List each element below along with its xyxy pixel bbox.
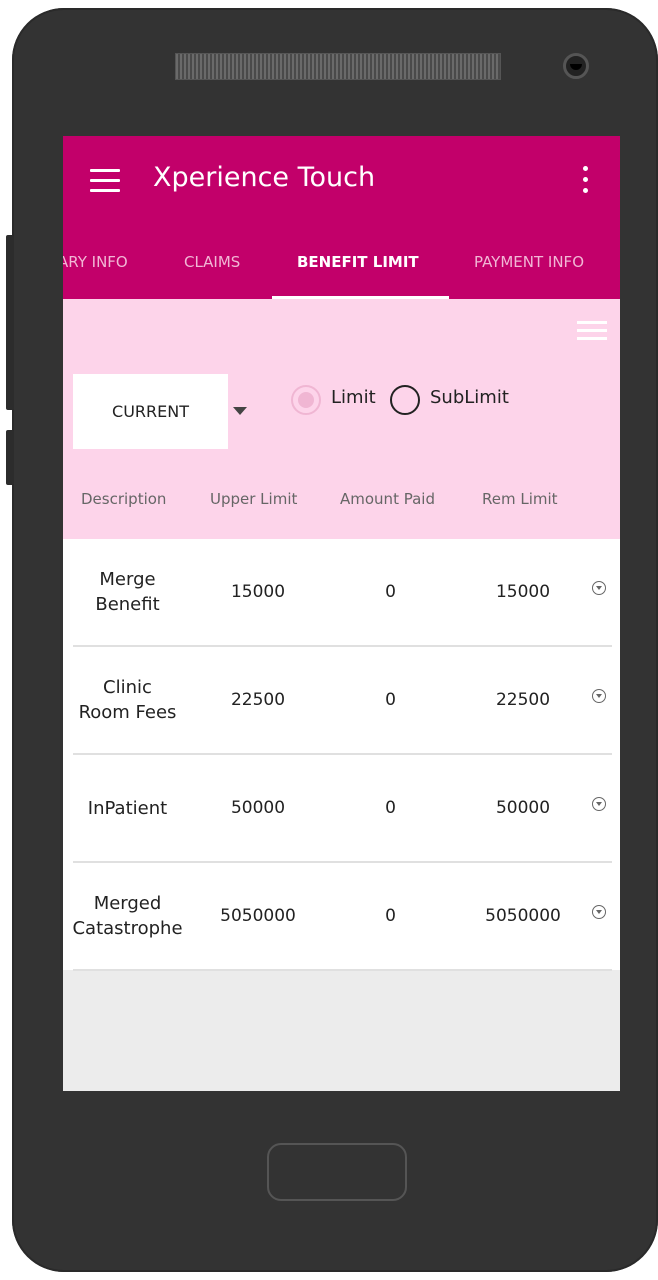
header-upper-limit: Upper Limit: [210, 490, 298, 508]
speaker-grille: [175, 53, 501, 80]
power-button[interactable]: [6, 430, 14, 485]
cell-description: Clinic Room Fees: [78, 677, 177, 723]
tab-bar: ARY INFO CLAIMS BENEFIT LIMIT PAYMENT IN…: [63, 241, 620, 300]
app-title: Xperience Touch: [153, 162, 376, 193]
limit-radio[interactable]: [291, 385, 321, 415]
home-button[interactable]: [267, 1143, 407, 1201]
cell-rem-limit: 22500: [495, 690, 551, 710]
table-row[interactable]: Merge Benefit 15000 0 15000: [63, 539, 620, 647]
cell-description: Merged Catastrophe: [72, 893, 183, 939]
header-rem-limit: Rem Limit: [482, 490, 558, 508]
cell-upper-limit: 5050000: [220, 906, 296, 926]
cell-rem-limit: 5050000: [485, 906, 561, 926]
front-camera: [563, 53, 589, 79]
cell-description: InPatient: [87, 797, 168, 819]
cell-amount-paid: 0: [385, 690, 396, 710]
cell-description: Merge Benefit: [95, 569, 160, 615]
hamburger-menu-icon[interactable]: [90, 169, 120, 193]
list-menu-icon[interactable]: [577, 321, 607, 341]
row-divider: [73, 969, 612, 971]
chevron-down-icon[interactable]: [233, 407, 247, 415]
cell-rem-limit: 50000: [495, 798, 551, 818]
cell-amount-paid: 0: [385, 798, 396, 818]
header-amount-paid: Amount Paid: [340, 490, 435, 508]
sublimit-radio[interactable]: [390, 385, 420, 415]
cell-upper-limit: 22500: [230, 690, 286, 710]
sublimit-radio-label[interactable]: SubLimit: [430, 387, 509, 408]
volume-button[interactable]: [6, 235, 14, 410]
period-dropdown[interactable]: CURRENT: [73, 374, 228, 449]
table-row[interactable]: Clinic Room Fees 22500 0 22500: [63, 647, 620, 755]
tab-summary-info[interactable]: ARY INFO: [63, 253, 128, 271]
cell-amount-paid: 0: [385, 906, 396, 926]
cell-amount-paid: 0: [385, 582, 396, 602]
tab-claims[interactable]: CLAIMS: [184, 253, 240, 271]
overflow-menu-icon[interactable]: [579, 166, 591, 196]
tab-benefit-limit[interactable]: BENEFIT LIMIT: [297, 253, 419, 271]
filter-panel: CURRENT Limit SubLimit Description Upper…: [63, 299, 620, 539]
period-selected-value: CURRENT: [112, 402, 189, 421]
limit-radio-label[interactable]: Limit: [331, 387, 376, 408]
expand-circle-icon[interactable]: [592, 581, 606, 595]
tab-payment-info[interactable]: PAYMENT INFO: [474, 253, 584, 271]
app-screen: Xperience Touch ARY INFO CLAIMS BENEFIT …: [63, 136, 620, 1091]
benefit-table: Merge Benefit 15000 0 15000 Clinic Room …: [63, 539, 620, 971]
cell-upper-limit: 15000: [230, 582, 286, 602]
app-bar: Xperience Touch ARY INFO CLAIMS BENEFIT …: [63, 136, 620, 300]
cell-upper-limit: 50000: [230, 798, 286, 818]
cell-rem-limit: 15000: [495, 582, 551, 602]
expand-circle-icon[interactable]: [592, 905, 606, 919]
expand-circle-icon[interactable]: [592, 689, 606, 703]
table-row[interactable]: InPatient 50000 0 50000: [63, 755, 620, 863]
table-row[interactable]: Merged Catastrophe 5050000 0 5050000: [63, 863, 620, 971]
expand-circle-icon[interactable]: [592, 797, 606, 811]
header-description: Description: [81, 490, 167, 508]
